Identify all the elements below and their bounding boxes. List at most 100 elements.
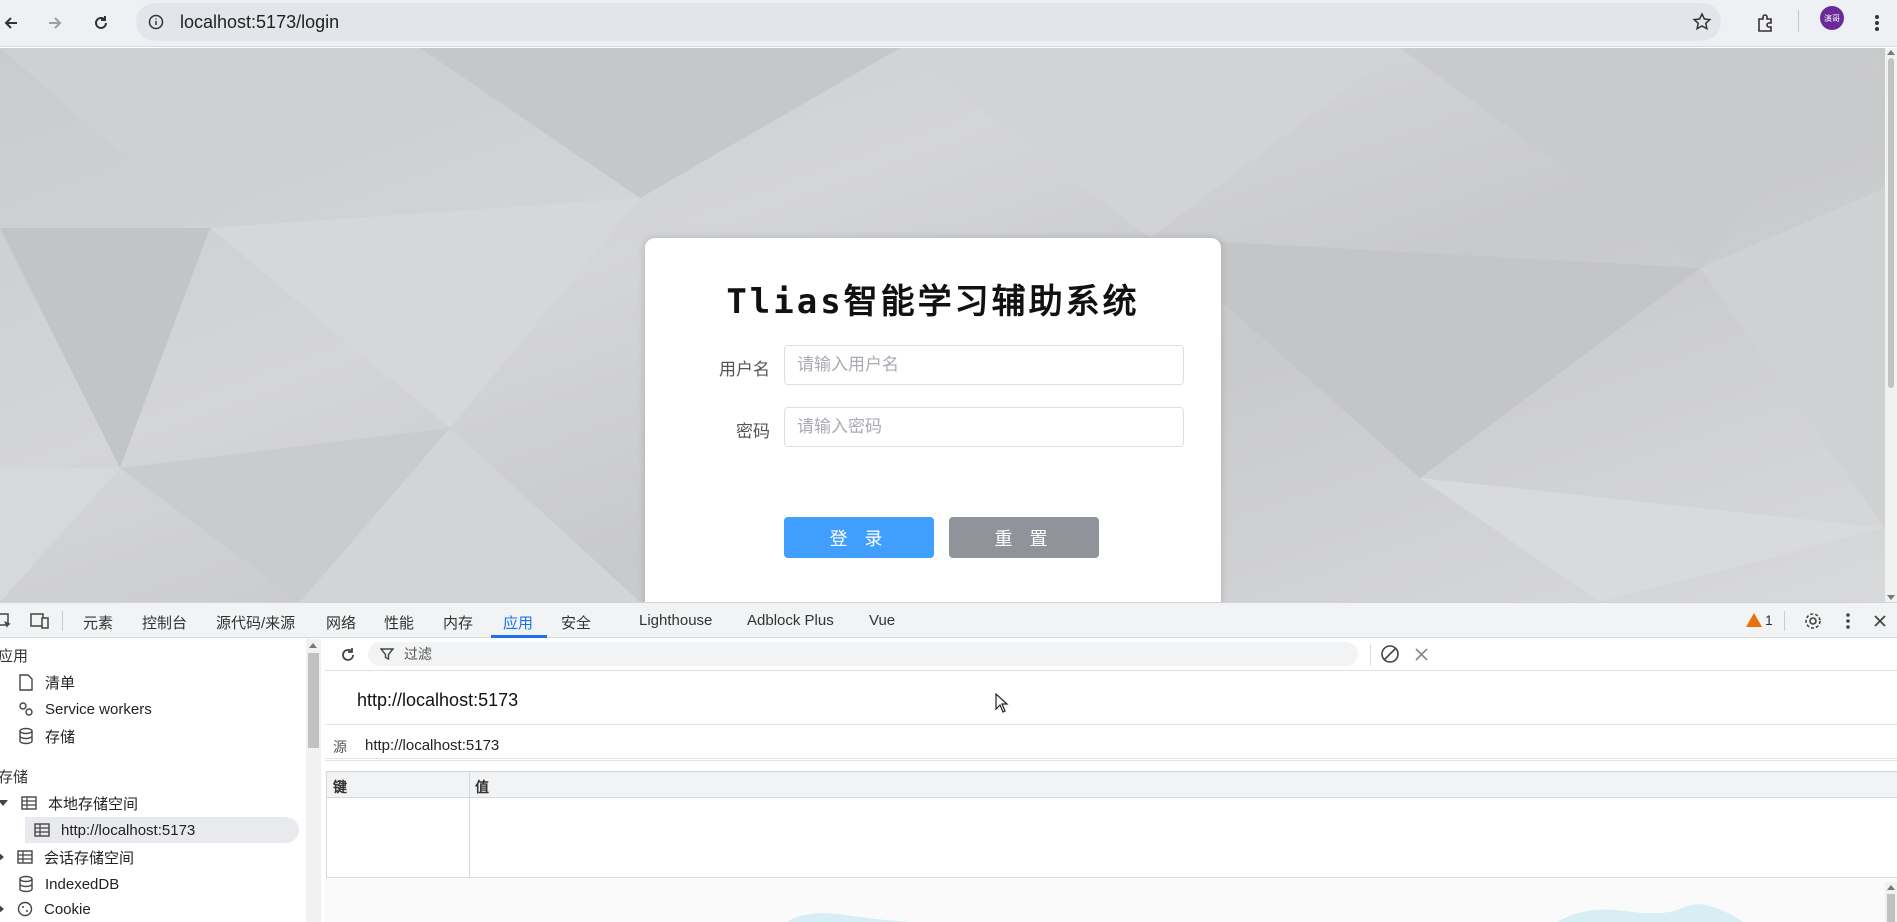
tab-application[interactable]: 应用 <box>503 612 533 633</box>
delete-selected-icon[interactable] <box>1415 648 1428 666</box>
login-button[interactable]: 登 录 <box>784 517 934 558</box>
scroll-up-arrow-icon[interactable] <box>1887 885 1895 890</box>
value-preview-area <box>325 879 1897 922</box>
warning-icon <box>1746 613 1762 627</box>
refresh-icon[interactable] <box>337 644 359 666</box>
tab-adblock-plus[interactable]: Adblock Plus <box>747 612 834 629</box>
avatar-text: 演哥 <box>1824 13 1840 23</box>
collapsed-arrow-icon[interactable] <box>0 852 4 862</box>
tab-sources[interactable]: 源代码/来源 <box>216 612 295 633</box>
sidebar-item-service-workers[interactable]: Service workers <box>17 696 307 722</box>
origin-title: http://localhost:5173 <box>357 690 519 710</box>
sidebar-item-local-storage[interactable]: 本地存储空间 <box>0 790 298 816</box>
filter-funnel-icon <box>379 647 395 661</box>
column-key-header[interactable]: 键 <box>333 777 347 797</box>
chrome-menu-icon[interactable] <box>1862 8 1892 38</box>
filter-input[interactable] <box>368 642 1358 666</box>
sidebar-item-local-storage-origin[interactable]: http://localhost:5173 <box>25 817 299 843</box>
sidebar-item-storage[interactable]: 存储 <box>17 723 307 749</box>
expanded-arrow-icon[interactable] <box>0 800 8 806</box>
bookmark-star-icon[interactable] <box>1691 11 1713 33</box>
application-sidebar: 应用 清单 Service workers 存储 存储 本地存储空间 http:… <box>0 638 308 922</box>
device-toolbar-icon[interactable] <box>30 611 50 631</box>
sidebar-item-label: IndexedDB <box>45 875 120 893</box>
tab-lighthouse[interactable]: Lighthouse <box>639 612 712 629</box>
sidebar-scrollbar-thumb[interactable] <box>308 653 319 748</box>
address-bar[interactable]: localhost:5173/login <box>136 3 1721 41</box>
browser-toolbar: localhost:5173/login 演哥 <box>0 0 1897 47</box>
sidebar-item-session-storage[interactable]: 会话存储空间 <box>0 844 298 870</box>
table-header: 键 值 <box>327 772 1897 798</box>
toolbar-divider <box>1798 10 1799 32</box>
scroll-up-arrow-icon[interactable] <box>1887 50 1895 55</box>
url-text[interactable]: localhost:5173/login <box>180 12 339 33</box>
site-info-icon[interactable] <box>146 12 166 32</box>
origin-header-row <box>325 706 1897 759</box>
main-pane-scrollbar[interactable] <box>1885 882 1897 922</box>
sidebar-item-cookie[interactable]: Cookie <box>0 896 298 922</box>
close-devtools-icon[interactable] <box>1870 611 1890 631</box>
login-title: Tlias智能学习辅助系统 <box>726 282 1140 322</box>
forward-button[interactable] <box>40 8 70 38</box>
username-label: 用户名 <box>719 360 770 379</box>
inspect-element-icon[interactable] <box>0 611 14 631</box>
storage-main-pane: http://localhost:5173 源 http://localhost… <box>325 638 1897 922</box>
tab-performance[interactable]: 性能 <box>384 612 414 633</box>
password-input[interactable] <box>784 407 1184 447</box>
devtools-more-icon[interactable] <box>1838 611 1858 631</box>
sidebar-item-label: http://localhost:5173 <box>61 821 196 839</box>
warnings-counter[interactable]: 1 <box>1746 612 1773 628</box>
reload-button[interactable] <box>86 8 116 38</box>
scroll-up-arrow-icon[interactable] <box>309 643 317 648</box>
database-icon <box>17 727 35 745</box>
sidebar-section-application: 应用 <box>0 642 298 668</box>
tab-network[interactable]: 网络 <box>326 612 356 633</box>
column-value-header[interactable]: 值 <box>475 777 489 797</box>
sidebar-section-storage: 存储 <box>0 763 298 789</box>
reload-icon <box>95 16 107 29</box>
column-divider[interactable] <box>469 772 470 877</box>
arrow-right-icon <box>49 17 62 29</box>
tab-elements[interactable]: 元素 <box>83 612 113 633</box>
username-input[interactable] <box>784 345 1184 385</box>
devtools-panel: 元素 控制台 源代码/来源 网络 性能 内存 应用 安全 Lighthouse … <box>0 602 1897 922</box>
sidebar-item-indexeddb[interactable]: IndexedDB <box>17 871 307 897</box>
storage-toolbar <box>325 638 1897 671</box>
page-scrollbar-thumb[interactable] <box>1888 58 1894 388</box>
scroll-down-arrow-icon[interactable] <box>1887 595 1895 600</box>
tab-security[interactable]: 安全 <box>561 612 591 633</box>
page-scrollbar[interactable] <box>1885 48 1897 602</box>
main-pane-scrollbar-thumb[interactable] <box>1887 894 1895 922</box>
gears-icon <box>17 700 35 718</box>
sidebar-scrollbar[interactable] <box>306 639 321 922</box>
tab-console[interactable]: 控制台 <box>142 612 187 633</box>
sidebar-item-label: 清单 <box>45 674 76 692</box>
filter-divider <box>1370 644 1371 666</box>
table-icon <box>16 848 34 866</box>
back-button[interactable] <box>0 8 26 38</box>
database-icon <box>17 875 35 893</box>
table-icon <box>20 794 38 812</box>
warning-count: 1 <box>1765 612 1773 628</box>
devtools-tabbar: 元素 控制台 源代码/来源 网络 性能 内存 应用 安全 Lighthouse … <box>0 603 1897 638</box>
tab-memory[interactable]: 内存 <box>443 612 473 633</box>
sidebar-item-manifest[interactable]: 清单 <box>17 669 307 695</box>
sidebar-item-label: Service workers <box>45 700 152 718</box>
tabbar-divider <box>62 611 63 631</box>
table-icon <box>33 821 51 839</box>
reset-button[interactable]: 重 置 <box>949 517 1099 558</box>
cookie-icon <box>16 900 34 918</box>
profile-avatar[interactable]: 演哥 <box>1820 6 1844 30</box>
tabbar-divider-right <box>1784 611 1785 631</box>
tab-vue[interactable]: Vue <box>869 612 895 629</box>
password-label: 密码 <box>736 422 770 441</box>
source-divider <box>325 760 1897 761</box>
sidebar-item-label: Cookie <box>44 900 91 918</box>
section-label: 应用 <box>0 647 29 665</box>
extensions-icon[interactable] <box>1750 8 1780 38</box>
collapsed-arrow-icon[interactable] <box>0 904 4 914</box>
section-label: 存储 <box>0 768 29 786</box>
origin-divider <box>325 724 1897 725</box>
settings-gear-icon[interactable] <box>1803 611 1823 631</box>
sidebar-item-label: 会话存储空间 <box>44 849 135 867</box>
